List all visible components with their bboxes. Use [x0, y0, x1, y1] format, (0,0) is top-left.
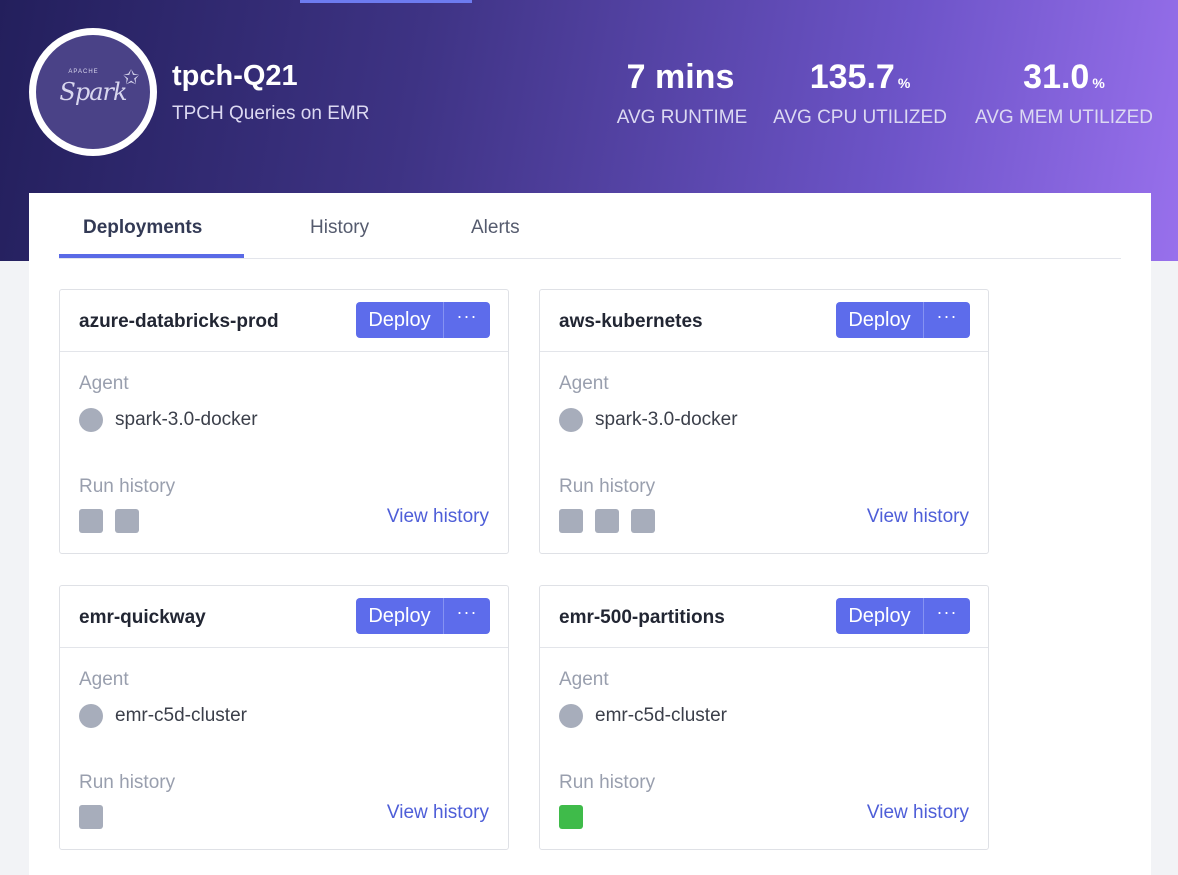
- view-history-link[interactable]: View history: [867, 802, 969, 824]
- agent-name: emr-c5d-cluster: [115, 705, 247, 726]
- agent-status-dot: [79, 704, 103, 728]
- run-history: [559, 805, 595, 829]
- deploy-button-group: Deploy ···: [836, 598, 970, 634]
- tab-bar: Deployments History Alerts: [59, 193, 1121, 259]
- agent-status-dot: [559, 704, 583, 728]
- run-history: [79, 509, 151, 533]
- more-options-icon[interactable]: ···: [443, 598, 490, 634]
- card-header: azure-databricks-prod Deploy ···: [60, 290, 508, 352]
- deployment-card: aws-kubernetes Deploy ··· Agent spark-3.…: [539, 289, 989, 554]
- agent-row: emr-c5d-cluster: [559, 704, 727, 728]
- deploy-button-group: Deploy ···: [356, 598, 490, 634]
- run-history-label: Run history: [559, 772, 656, 793]
- stat-avg-mem: 31.0% AVG MEM UTILIZED: [968, 58, 1160, 129]
- deployment-name: aws-kubernetes: [559, 311, 703, 332]
- job-title: tpch-Q21: [172, 60, 298, 92]
- stat-avg-runtime: 7 mins AVG RUNTIME: [612, 58, 752, 129]
- tab-history[interactable]: History: [310, 217, 369, 239]
- run-status-square[interactable]: [79, 509, 103, 533]
- stat-value: 7 mins: [626, 58, 735, 96]
- deploy-button[interactable]: Deploy: [836, 302, 923, 338]
- run-history: [79, 805, 115, 829]
- more-options-icon[interactable]: ···: [443, 302, 490, 338]
- agent-name: spark-3.0-docker: [115, 409, 258, 430]
- deploy-button-group: Deploy ···: [356, 302, 490, 338]
- active-tab-indicator: [59, 254, 244, 258]
- stat-label: AVG MEM UTILIZED: [974, 107, 1154, 128]
- deploy-button-group: Deploy ···: [836, 302, 970, 338]
- card-header: aws-kubernetes Deploy ···: [540, 290, 988, 352]
- more-options-icon[interactable]: ···: [923, 598, 970, 634]
- agent-label: Agent: [559, 669, 609, 690]
- more-options-icon[interactable]: ···: [923, 302, 970, 338]
- stat-value: 31.0%: [1023, 58, 1105, 96]
- stat-value: 135.7%: [809, 58, 911, 96]
- view-history-link[interactable]: View history: [387, 506, 489, 528]
- deploy-button[interactable]: Deploy: [356, 302, 443, 338]
- card-header: emr-500-partitions Deploy ···: [540, 586, 988, 648]
- run-status-square[interactable]: [79, 805, 103, 829]
- deployment-name: azure-databricks-prod: [79, 311, 279, 332]
- agent-label: Agent: [79, 669, 129, 690]
- tab-alerts[interactable]: Alerts: [471, 217, 520, 239]
- deployment-name: emr-quickway: [79, 607, 206, 628]
- agent-name: emr-c5d-cluster: [595, 705, 727, 726]
- run-status-square[interactable]: [595, 509, 619, 533]
- spark-logo-wordmark: APACHE Spark ✩: [59, 65, 139, 106]
- agent-status-dot: [79, 408, 103, 432]
- deployment-card: azure-databricks-prod Deploy ··· Agent s…: [59, 289, 509, 554]
- spark-logo-text: Spark: [59, 78, 127, 106]
- stat-label: AVG CPU UTILIZED: [773, 107, 947, 128]
- run-status-square[interactable]: [559, 509, 583, 533]
- agent-row: spark-3.0-docker: [79, 408, 258, 432]
- deployment-card: emr-500-partitions Deploy ··· Agent emr-…: [539, 585, 989, 850]
- agent-status-dot: [559, 408, 583, 432]
- view-history-link[interactable]: View history: [387, 802, 489, 824]
- stat-avg-cpu: 135.7% AVG CPU UTILIZED: [768, 58, 952, 129]
- agent-row: spark-3.0-docker: [559, 408, 738, 432]
- deploy-button[interactable]: Deploy: [356, 598, 443, 634]
- run-status-square[interactable]: [559, 805, 583, 829]
- deployments-panel: Deployments History Alerts azure-databri…: [29, 193, 1151, 875]
- run-status-square[interactable]: [115, 509, 139, 533]
- stat-label: AVG RUNTIME: [616, 107, 748, 128]
- top-accent-bar: [300, 0, 472, 3]
- deploy-button[interactable]: Deploy: [836, 598, 923, 634]
- tab-deployments[interactable]: Deployments: [83, 217, 202, 239]
- agent-name: spark-3.0-docker: [595, 409, 738, 430]
- job-subtitle: TPCH Queries on EMR: [172, 103, 370, 124]
- spark-logo-apache: APACHE: [68, 69, 99, 75]
- agent-label: Agent: [559, 373, 609, 394]
- run-history: [559, 509, 667, 533]
- deployment-name: emr-500-partitions: [559, 607, 725, 628]
- deployment-card: emr-quickway Deploy ··· Agent emr-c5d-cl…: [59, 585, 509, 850]
- run-history-label: Run history: [559, 476, 656, 497]
- agent-row: emr-c5d-cluster: [79, 704, 247, 728]
- agent-label: Agent: [79, 373, 129, 394]
- card-header: emr-quickway Deploy ···: [60, 586, 508, 648]
- spark-logo: APACHE Spark ✩: [29, 28, 157, 156]
- run-status-square[interactable]: [631, 509, 655, 533]
- view-history-link[interactable]: View history: [867, 506, 969, 528]
- run-history-label: Run history: [79, 772, 176, 793]
- run-history-label: Run history: [79, 476, 176, 497]
- star-icon: ✩: [122, 65, 140, 89]
